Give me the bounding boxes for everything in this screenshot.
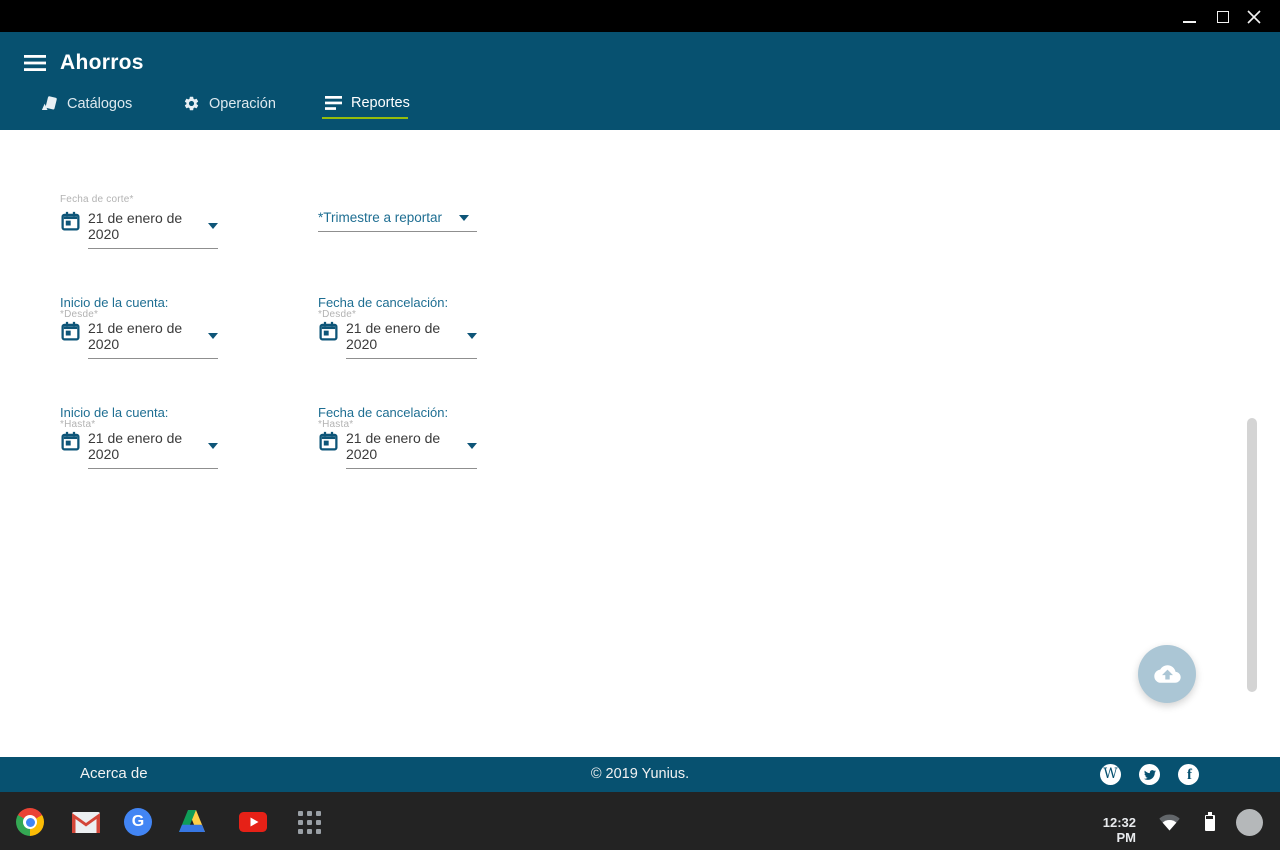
field-label-inicio-cuenta: Inicio de la cuenta: [60,405,168,420]
catalog-icon [40,95,58,113]
upload-fab-button[interactable] [1138,645,1196,703]
date-picker-fecha-corte[interactable]: 21 de enero de 2020 [60,210,218,249]
field-label-fecha-cancelacion: Fecha de cancelación: [318,405,448,420]
calendar-icon [318,321,339,342]
dropdown-caret-icon [459,215,469,221]
wordpress-icon: W [1103,767,1117,781]
tab-reportes[interactable]: Reportes [325,95,410,111]
field-sublabel-hasta: *Hasta* [60,419,95,430]
twitter-icon [1144,769,1156,781]
scrollbar[interactable] [1247,418,1257,692]
battery-icon [1204,812,1215,831]
select-trimestre[interactable]: *Trimestre a reportar [318,210,477,232]
minimize-button[interactable] [1183,21,1196,23]
tab-catalogos[interactable]: Catálogos [40,95,132,113]
youtube-app-icon[interactable] [239,812,267,832]
date-value: 21 de enero de 2020 [88,320,200,352]
gear-icon [183,95,200,112]
app-launcher-icon[interactable] [298,811,321,834]
field-sublabel-desde: *Desde* [60,309,98,320]
active-tab-indicator [322,117,408,119]
wifi-icon [1159,814,1180,831]
account-avatar[interactable] [1236,809,1263,836]
calendar-icon [60,321,81,342]
dropdown-caret-icon [467,443,477,449]
wordpress-link[interactable]: W [1100,764,1121,785]
field-label-fecha-cancelacion: Fecha de cancelación: [318,295,448,310]
date-picker-cancelacion-desde[interactable]: 21 de enero de 2020 [318,320,477,359]
calendar-icon [60,211,81,232]
chrome-app-icon[interactable] [16,808,44,836]
tab-label: Operación [209,96,276,112]
maximize-button[interactable] [1217,11,1229,23]
facebook-icon: f [1187,768,1192,783]
date-value: 21 de enero de 2020 [88,430,200,462]
select-value: *Trimestre a reportar [318,210,442,225]
clock: 12:32 PM [1081,815,1136,845]
app-header [0,32,1280,130]
tab-label: Catálogos [67,96,132,112]
dropdown-caret-icon [208,443,218,449]
calendar-icon [318,431,339,452]
facebook-link[interactable]: f [1178,764,1199,785]
date-picker-inicio-hasta[interactable]: 21 de enero de 2020 [60,430,218,469]
calendar-icon [60,431,81,452]
dropdown-caret-icon [208,223,218,229]
drive-app-icon[interactable] [179,810,205,832]
field-label-fecha-corte: Fecha de corte* [60,194,134,205]
dropdown-caret-icon [467,333,477,339]
report-lines-icon [325,96,342,110]
cloud-upload-icon [1154,663,1181,685]
field-sublabel-desde: *Desde* [318,309,356,320]
menu-icon[interactable] [24,55,46,71]
date-value: 21 de enero de 2020 [346,320,459,352]
copyright-text: © 2019 Yunius. [0,766,1280,782]
date-picker-cancelacion-hasta[interactable]: 21 de enero de 2020 [318,430,477,469]
field-sublabel-hasta: *Hasta* [318,419,353,430]
date-value: 21 de enero de 2020 [88,210,200,242]
tab-label: Reportes [351,95,410,111]
field-label-inicio-cuenta: Inicio de la cuenta: [60,295,168,310]
close-button[interactable] [1247,10,1261,24]
dropdown-caret-icon [208,333,218,339]
google-app-icon[interactable]: G [124,808,152,836]
window-title-bar [0,0,1280,32]
tab-operacion[interactable]: Operación [183,95,276,112]
date-value: 21 de enero de 2020 [346,430,459,462]
gmail-app-icon[interactable] [72,812,100,833]
date-picker-inicio-desde[interactable]: 21 de enero de 2020 [60,320,218,359]
page-title: Ahorros [60,51,144,75]
twitter-link[interactable] [1139,764,1160,785]
